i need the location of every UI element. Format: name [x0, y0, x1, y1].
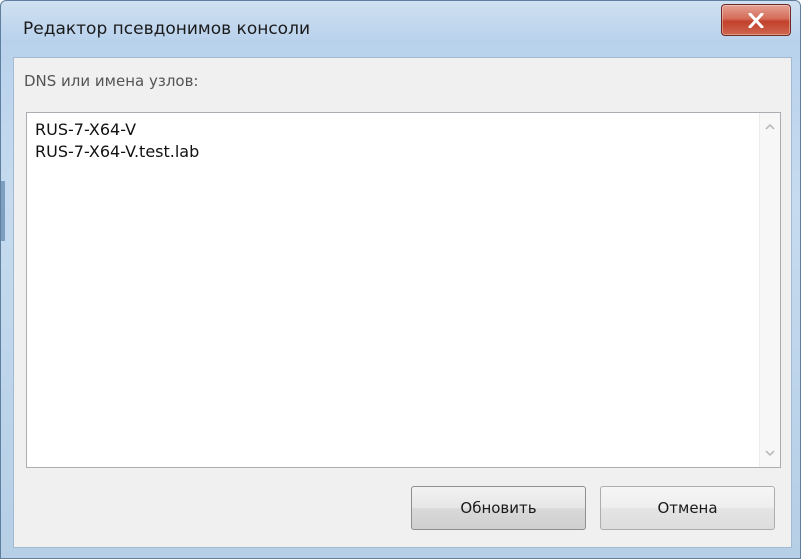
list-item[interactable]: RUS-7-X64-V.test.lab [35, 141, 199, 163]
cancel-button[interactable]: Отмена [600, 486, 775, 530]
window-title: Редактор псевдонимов консоли [23, 19, 310, 39]
field-label: DNS или имена узлов: [24, 72, 199, 90]
alias-list-box[interactable]: RUS-7-X64-V RUS-7-X64-V.test.lab [26, 112, 781, 468]
vertical-scrollbar[interactable] [759, 113, 780, 467]
dialog-client-area: DNS или имена узлов: RUS-7-X64-V RUS-7-X… [13, 57, 792, 548]
list-item[interactable]: RUS-7-X64-V [35, 119, 199, 141]
scroll-down-arrow-icon[interactable] [765, 449, 775, 457]
scroll-up-arrow-icon[interactable] [765, 123, 775, 131]
console-alias-editor-window: Редактор псевдонимов консоли DNS или име… [0, 0, 801, 559]
window-frame-accent [1, 181, 5, 241]
title-bar[interactable]: Редактор псевдонимов консоли [1, 1, 800, 57]
update-button[interactable]: Обновить [411, 486, 586, 530]
close-icon [748, 13, 764, 28]
alias-list: RUS-7-X64-V RUS-7-X64-V.test.lab [35, 119, 199, 163]
close-button[interactable] [721, 4, 791, 36]
